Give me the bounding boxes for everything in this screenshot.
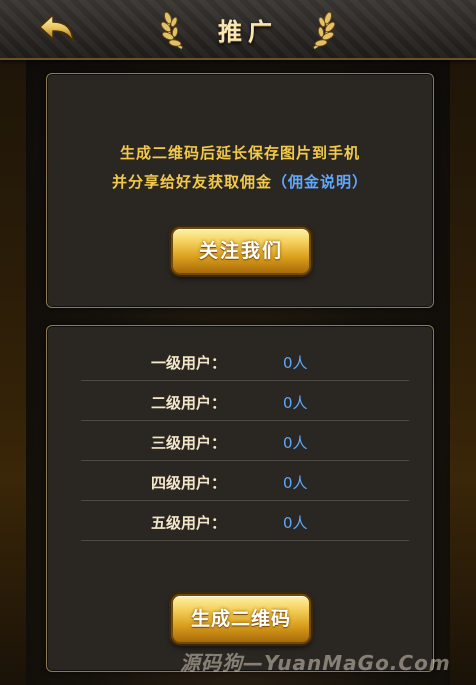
right-side-decoration <box>450 0 476 685</box>
header-bar: 推广 <box>0 0 476 60</box>
user-level-count: 0人 <box>283 354 308 372</box>
page-title: 推广 <box>218 18 278 46</box>
laurel-left-icon <box>160 11 183 49</box>
promotion-screen: 推广 生成二维码后延长保存图片到手机 并分享给好友获取佣金（佣金说明） 关注我们 <box>0 0 476 685</box>
user-level-row: 三级用户： 0人 <box>81 421 409 461</box>
user-level-label: 三级用户： <box>151 434 227 452</box>
back-button[interactable] <box>36 12 76 46</box>
laurel-right-icon <box>313 11 336 49</box>
user-level-label: 二级用户： <box>151 394 227 412</box>
commission-info-link[interactable]: （佣金说明） <box>272 173 368 191</box>
left-side-decoration <box>0 0 26 685</box>
user-level-row: 五级用户： 0人 <box>81 501 409 541</box>
user-level-row: 二级用户： 0人 <box>81 381 409 421</box>
share-instruction-line-1: 生成二维码后延长保存图片到手机 <box>119 144 360 162</box>
user-level-count: 0人 <box>283 394 308 412</box>
user-level-label: 四级用户： <box>151 474 227 492</box>
user-level-label: 五级用户： <box>151 514 227 532</box>
row-divider <box>81 540 409 541</box>
user-levels-panel: 一级用户： 0人 二级用户： 0人 三级用户： 0人 四级用户： 0人 五级用户… <box>46 325 434 672</box>
watermark-text: 源码狗—YuanMaGo.Com <box>180 651 451 675</box>
share-instruction-text: 并分享给好友获取佣金 <box>111 173 272 191</box>
user-level-count: 0人 <box>283 514 308 532</box>
user-level-row: 四级用户： 0人 <box>81 461 409 501</box>
title-group: 推广 <box>160 6 336 52</box>
user-level-row: 一级用户： 0人 <box>81 341 409 381</box>
user-level-label: 一级用户： <box>151 354 227 372</box>
back-arrow-icon <box>39 14 74 42</box>
user-level-count: 0人 <box>283 474 308 492</box>
user-level-count: 0人 <box>283 434 308 452</box>
follow-us-button[interactable]: 关注我们 <box>171 227 311 275</box>
share-instruction-line-2: 并分享给好友获取佣金（佣金说明） <box>47 171 433 192</box>
generate-qr-code-button[interactable]: 生成二维码 <box>171 594 311 644</box>
share-info-panel: 生成二维码后延长保存图片到手机 并分享给好友获取佣金（佣金说明） 关注我们 <box>46 73 434 308</box>
